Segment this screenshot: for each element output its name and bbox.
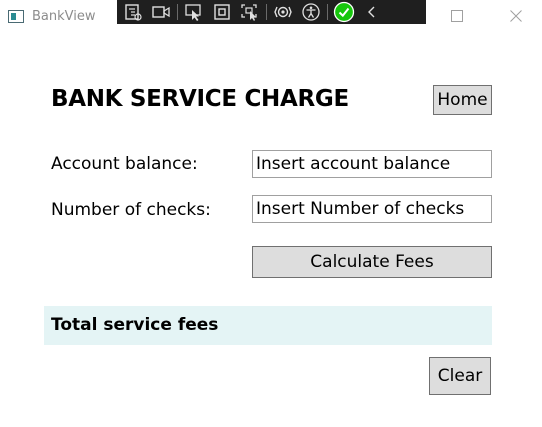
- record-icon[interactable]: [149, 0, 173, 24]
- window-title: BankView: [32, 9, 96, 24]
- bank-view-window: BankView BANK SERVICE CHARGE Home Accoun…: [0, 0, 542, 427]
- live-visual-tree-icon[interactable]: [121, 0, 145, 24]
- hot-reload-icon[interactable]: [271, 0, 295, 24]
- toolbar-separator: [177, 4, 178, 20]
- close-button[interactable]: [493, 0, 539, 32]
- minimize-icon: [389, 10, 401, 22]
- track-focused-element-icon[interactable]: [238, 0, 262, 24]
- maximize-button[interactable]: [434, 0, 480, 32]
- account-balance-label: Account balance:: [51, 154, 198, 174]
- title-bar: BankView: [0, 0, 542, 34]
- number-of-checks-label: Number of checks:: [51, 200, 211, 220]
- total-service-fees-panel: Total service fees: [44, 306, 492, 345]
- clear-button[interactable]: Clear: [429, 357, 491, 395]
- maximize-icon: [451, 10, 463, 22]
- select-element-icon[interactable]: [182, 0, 206, 24]
- toolbar-separator: [327, 4, 328, 20]
- binding-status-ok-icon[interactable]: [332, 0, 356, 24]
- page-title: BANK SERVICE CHARGE: [51, 86, 349, 112]
- calculate-fees-button[interactable]: Calculate Fees: [252, 246, 492, 278]
- minimize-button[interactable]: [372, 0, 418, 32]
- toolbar-separator: [266, 4, 267, 20]
- accessibility-checker-icon[interactable]: [299, 0, 323, 24]
- close-icon: [510, 10, 522, 22]
- account-balance-input[interactable]: Insert account balance: [252, 150, 492, 178]
- number-of-checks-input[interactable]: Insert Number of checks: [252, 195, 492, 223]
- display-layout-adorners-icon[interactable]: [210, 0, 234, 24]
- total-service-fees-label: Total service fees: [51, 315, 219, 335]
- app-window-icon: [8, 10, 24, 23]
- home-button[interactable]: Home: [433, 85, 492, 115]
